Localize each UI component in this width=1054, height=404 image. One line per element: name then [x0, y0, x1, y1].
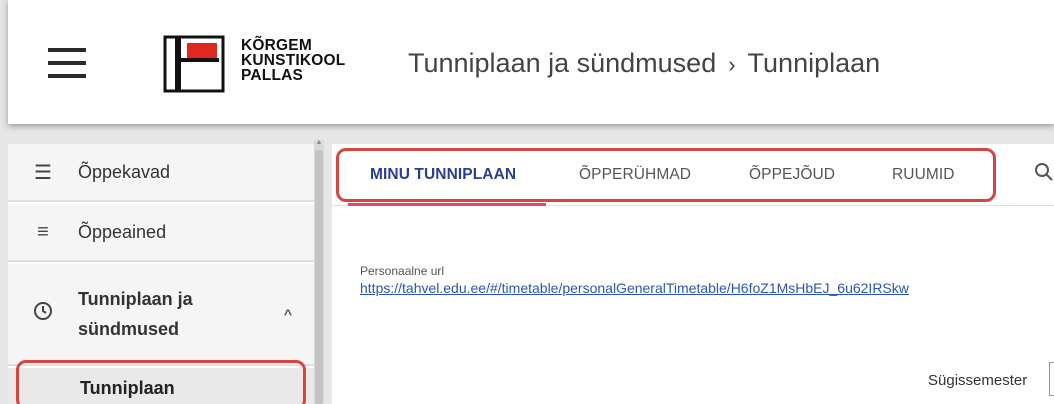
- clock-icon: [8, 301, 78, 327]
- list-icon: ☰: [34, 161, 52, 184]
- sidebar-item-label-line: sündmused: [78, 319, 180, 339]
- logo-line: KUNSTIKOOL: [241, 52, 346, 69]
- sidebar-item-tunniplaan-ja-syndmused[interactable]: Tunniplaan ja sündmused ^: [8, 264, 314, 366]
- sidebar-item-label: Tunniplaan ja sündmused: [78, 284, 193, 344]
- sidebar-item-label: Õppekavad: [78, 161, 171, 182]
- logo-line: KÕRGEM: [241, 37, 312, 54]
- semester-select[interactable]: [1049, 362, 1054, 396]
- pallas-logo-icon: [163, 35, 225, 93]
- personal-url-label: Personaalne url: [360, 264, 445, 278]
- chevron-up-icon[interactable]: ^: [284, 306, 292, 322]
- sidebar-item-oppekavad[interactable]: ☰ Õppekavad: [8, 144, 314, 202]
- main-content: MINU TUNNIPLAAN ÕPPERÜHMAD ÕPPEJÕUD RUUM…: [332, 144, 1054, 404]
- top-app-bar: KÕRGEM KUNSTIKOOL PALLAS Tunniplaan ja s…: [8, 0, 1054, 124]
- personal-url-link[interactable]: https://tahvel.edu.ee/#/timetable/person…: [360, 280, 909, 296]
- breadcrumb-parent[interactable]: Tunniplaan ja sündmused: [408, 48, 716, 78]
- menu-icon[interactable]: [48, 48, 86, 78]
- tabs-highlight-box: [336, 148, 996, 202]
- sidebar-scroll-thumb[interactable]: [315, 150, 323, 404]
- lines-icon: ≡: [37, 220, 49, 243]
- search-icon[interactable]: [1034, 162, 1054, 188]
- semester-label: Sügissemester: [928, 372, 1028, 389]
- logo-line: PALLAS: [241, 67, 304, 84]
- scroll-up-icon[interactable]: ▲: [315, 138, 323, 148]
- breadcrumb: Tunniplaan ja sündmused › Tunniplaan: [408, 48, 880, 79]
- logo-text: KÕRGEM KUNSTIKOOL PALLAS: [241, 37, 346, 84]
- sidebar-item-label-line: Tunniplaan ja: [78, 289, 193, 309]
- sidebar-item-oppeained[interactable]: ≡ Õppeained: [8, 204, 314, 262]
- sidebar-item-label: Õppeained: [78, 221, 167, 242]
- active-tab-indicator: [348, 203, 546, 206]
- breadcrumb-current: Tunniplaan: [747, 48, 881, 78]
- sidebar-highlight-box: [16, 360, 306, 404]
- breadcrumb-separator-icon: ›: [728, 52, 736, 77]
